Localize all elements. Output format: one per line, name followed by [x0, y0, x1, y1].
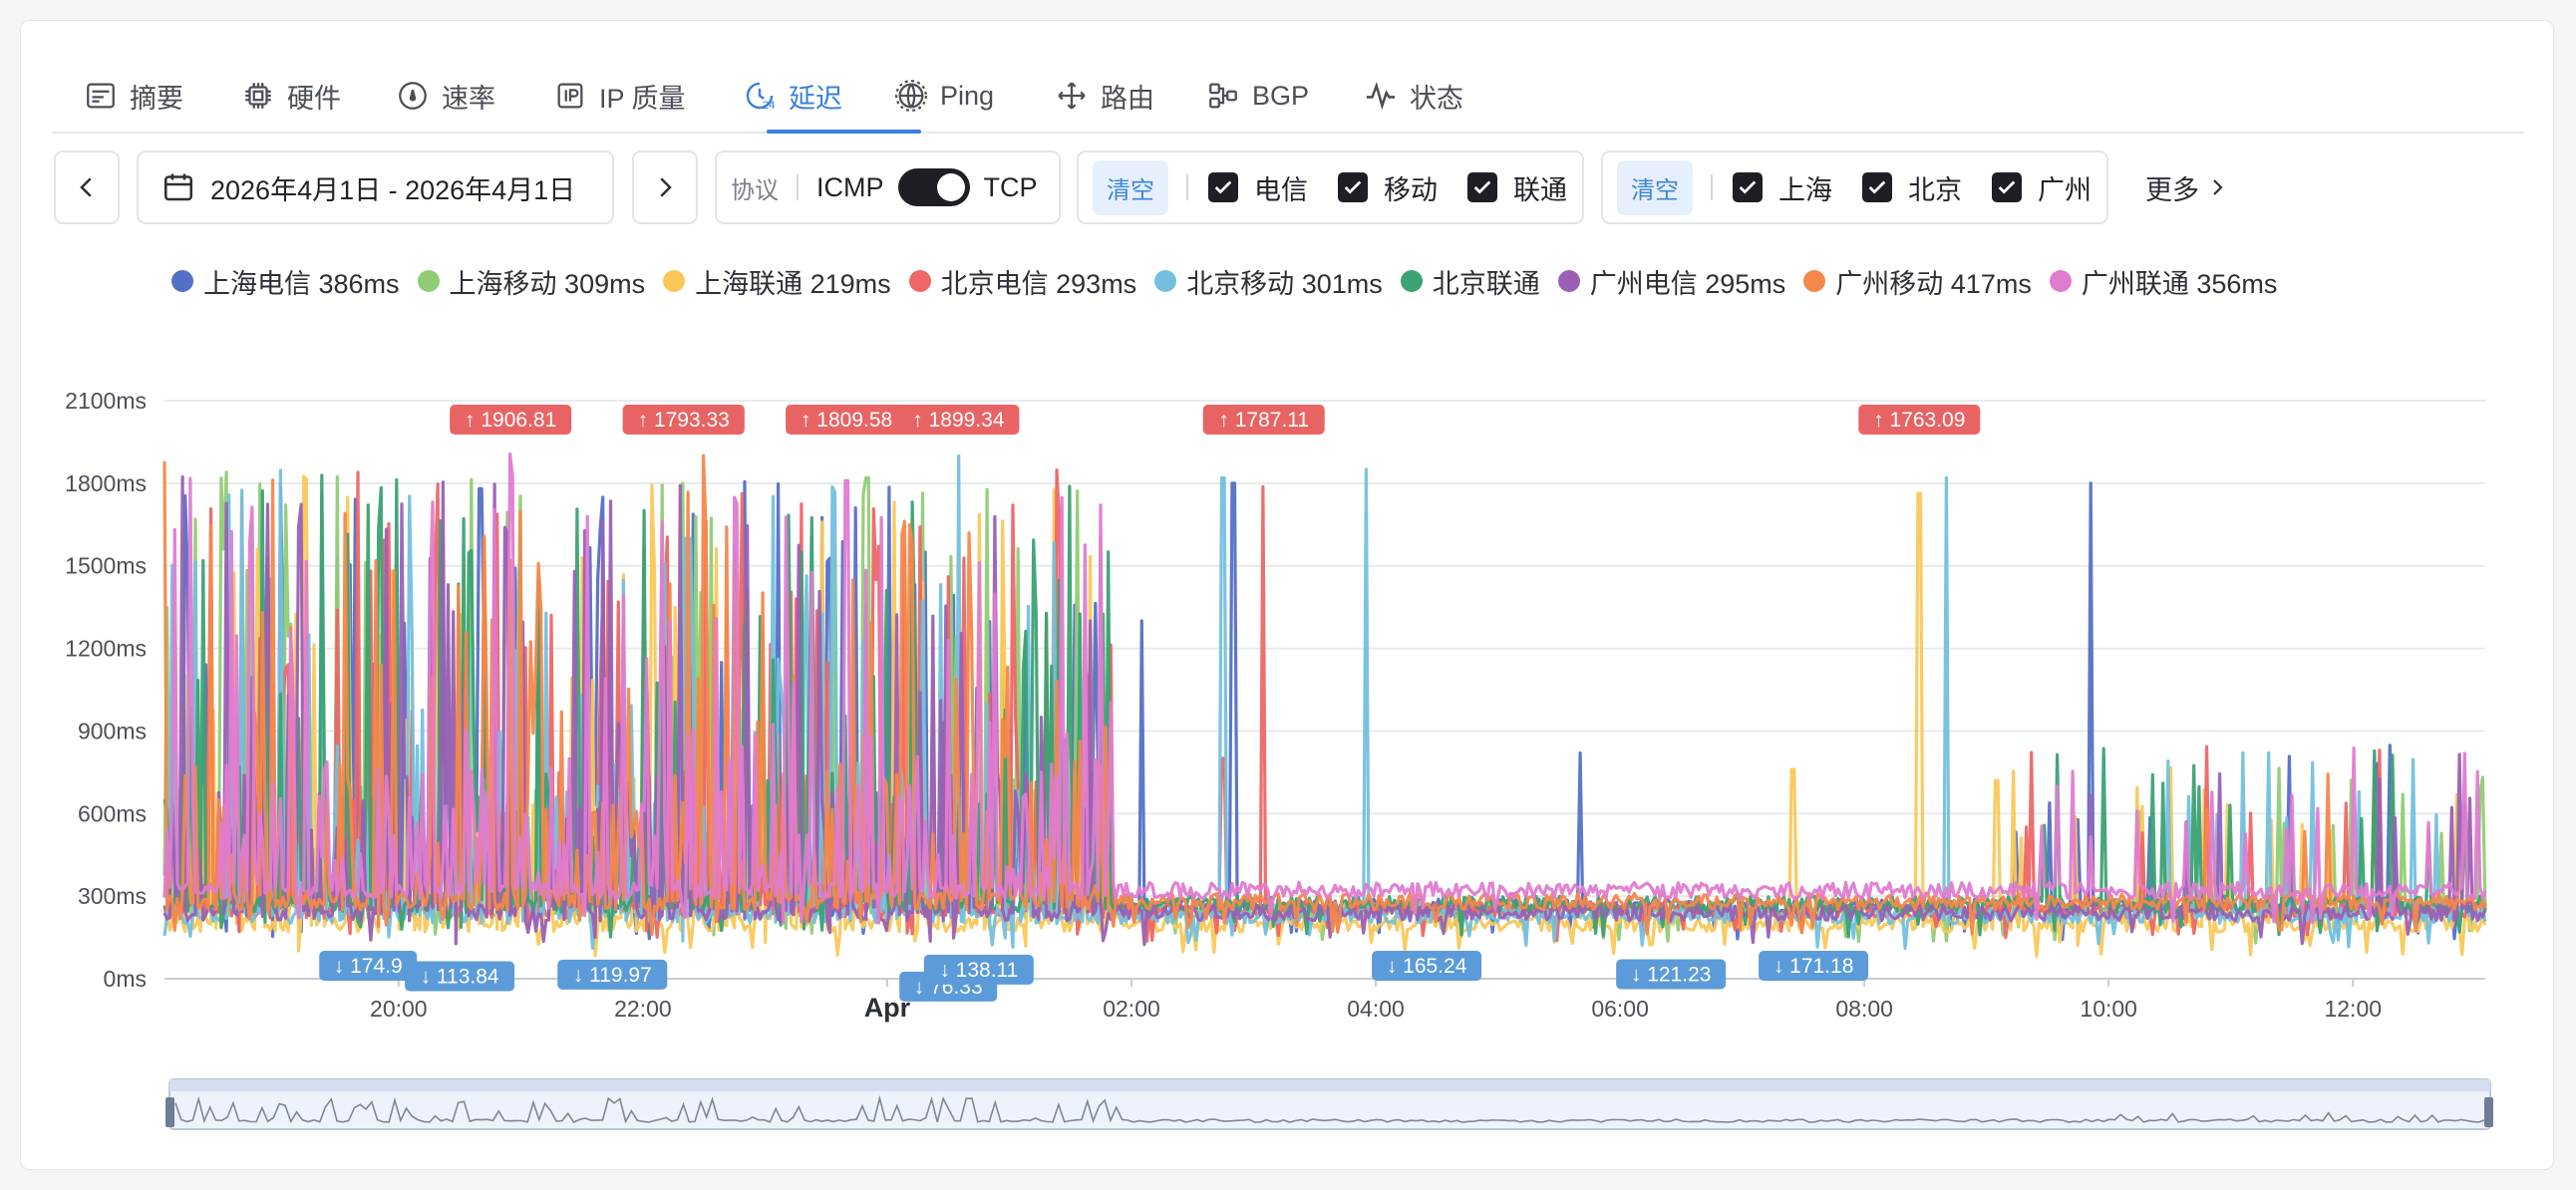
max-marker: ↑ 1906.81 [450, 405, 572, 435]
max-marker: ↑ 1899.34 [897, 405, 1020, 435]
x-tick-label: 22:00 [614, 996, 672, 1022]
max-marker: ↑ 1809.58 [786, 405, 908, 435]
marker-label: ↓ 174.9 [334, 955, 403, 978]
marker-label: ↓ 171.18 [1773, 955, 1854, 978]
x-tick-label: 02:00 [1103, 996, 1160, 1022]
marker-label: ↓ 113.84 [421, 966, 499, 989]
marker-label: ↓ 119.97 [573, 964, 652, 987]
min-marker: ↓ 119.97 [557, 959, 668, 990]
y-tick-label: 2100ms [65, 388, 147, 414]
zoom-handle-left [165, 1097, 174, 1127]
x-tick-label: 04:00 [1347, 996, 1405, 1022]
x-tick-label: 20:00 [370, 996, 428, 1022]
zoom-handle-right [2484, 1097, 2493, 1127]
marker-label: ↓ 165.24 [1387, 955, 1467, 978]
x-tick-label: 12:00 [2324, 996, 2382, 1022]
marker-label: ↑ 1763.09 [1873, 409, 1965, 432]
min-marker: ↓ 113.84 [405, 961, 515, 992]
y-tick-label: 1800ms [65, 470, 147, 496]
min-marker: ↓ 171.18 [1759, 951, 1869, 981]
y-tick-label: 600ms [78, 800, 147, 826]
marker-label: ↑ 1787.11 [1218, 409, 1309, 432]
marker-label: ↑ 1899.34 [912, 409, 1005, 432]
marker-label: ↑ 1809.58 [801, 409, 892, 432]
marker-label: ↓ 121.23 [1631, 964, 1712, 987]
y-tick-label: 900ms [78, 718, 147, 744]
min-marker: ↓ 138.11 [923, 954, 1034, 985]
min-marker: ↓ 121.23 [1616, 959, 1727, 990]
x-tick-label: 08:00 [1835, 996, 1893, 1022]
max-marker: ↑ 1763.09 [1858, 405, 1981, 435]
marker-label: ↑ 1793.33 [638, 409, 730, 432]
x-tick-label: 10:00 [2080, 996, 2137, 1022]
latency-chart[interactable]: 0ms 300ms 600ms 900ms 1200ms 1500ms 1800ms 2100… [0, 0, 2576, 1190]
max-marker: ↑ 1793.33 [622, 405, 745, 435]
marker-label: ↓ 138.11 [939, 959, 1018, 982]
y-tick-label: 300ms [78, 883, 147, 909]
x-tick-label: 06:00 [1591, 996, 1649, 1022]
y-tick-label: 0ms [104, 966, 147, 992]
marker-label: ↑ 1906.81 [465, 409, 556, 432]
y-tick-label: 1200ms [65, 636, 147, 662]
min-marker: ↓ 174.9 [319, 951, 418, 981]
y-tick-label: 1500ms [65, 553, 147, 579]
zoom-slider-top-bar [169, 1079, 2490, 1091]
min-marker: ↓ 165.24 [1372, 951, 1482, 981]
max-marker: ↑ 1787.11 [1202, 405, 1325, 435]
